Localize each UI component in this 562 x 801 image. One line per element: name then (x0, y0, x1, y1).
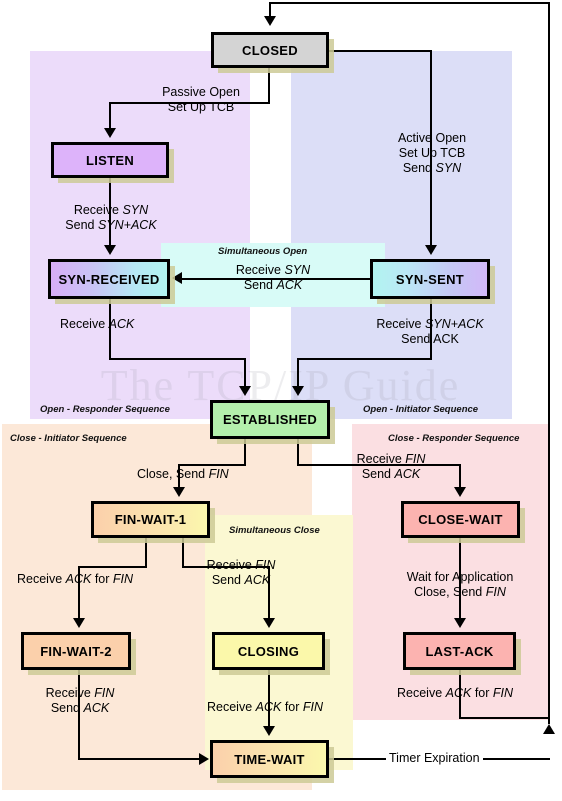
arrow-into-syn-sent (425, 245, 437, 255)
edge-into-established-left (244, 358, 246, 386)
arrow-into-time-wait-left (199, 753, 209, 765)
arrow-into-fin-wait-1 (173, 487, 185, 497)
edge-return-to-closed-vertical-right (548, 2, 550, 724)
arrow-into-close-wait (454, 487, 466, 497)
edge-label-last-ack-to-closed: Receive ACK for FIN (397, 686, 514, 700)
edge-established-to-finwait1-horizontal (178, 464, 246, 466)
state-syn-sent[interactable]: SYN-SENT (370, 259, 490, 299)
state-syn-sent-label: SYN-SENT (395, 271, 465, 287)
state-closed[interactable]: CLOSED (211, 32, 329, 68)
edge-established-down-right (297, 439, 299, 465)
arrow-into-closing (263, 618, 275, 628)
edge-finwait1-down-right (182, 538, 184, 567)
state-closing-label: CLOSING (237, 643, 300, 659)
edge-closed-entry-stub (269, 2, 271, 16)
state-established-label: ESTABLISHED (222, 412, 318, 427)
state-fin-wait-2-label: FIN-WAIT-2 (40, 643, 112, 659)
arrow-up-right-rail (543, 724, 555, 734)
state-time-wait[interactable]: TIME-WAIT (210, 740, 329, 778)
state-fin-wait-1-label: FIN-WAIT-1 (114, 512, 187, 527)
state-last-ack[interactable]: LAST-ACK (403, 632, 516, 670)
edge-finwait1-to-finwait2-horizontal (78, 566, 147, 568)
state-syn-received[interactable]: SYN-RECEIVED (48, 259, 170, 299)
arrow-into-syn-received-from-listen (104, 245, 116, 255)
edge-lastack-to-rail-horizontal (459, 717, 550, 719)
edge-label-syn-received-to-established: Receive ACK (60, 317, 135, 331)
edge-label-close-wait-to-last-ack: Wait for Application Close, Send FIN (406, 570, 514, 599)
zone-open-initiator (291, 51, 512, 419)
zone-label-simultaneous-open: Simultaneous Open (218, 246, 308, 257)
state-close-wait-label: CLOSE-WAIT (418, 512, 503, 527)
zone-label-close-initiator: Close - Initiator Sequence (10, 433, 127, 444)
state-last-ack-label: LAST-ACK (425, 643, 494, 659)
edge-label-passive-open: Passive Open Set Up TCB (162, 85, 240, 114)
edge-label-active-open: Active Open Set Up TCB Send SYN (397, 131, 467, 175)
arrow-into-time-wait-top (263, 726, 275, 736)
tcp-state-transition-diagram: The TCP/IP Guide Open - Responder Sequen… (0, 0, 562, 801)
state-closed-label: CLOSED (242, 42, 298, 58)
edge-syn-sent-to-established-horizontal (297, 358, 432, 360)
state-fin-wait-1[interactable]: FIN-WAIT-1 (91, 501, 210, 538)
state-close-wait[interactable]: CLOSE-WAIT (401, 501, 520, 538)
arrow-into-closed (264, 16, 276, 26)
edge-passive-open-down-to-listen (109, 102, 111, 128)
state-time-wait-label: TIME-WAIT (234, 751, 305, 767)
edge-finwait2-to-timewait-horizontal (78, 758, 201, 760)
state-fin-wait-2[interactable]: FIN-WAIT-2 (21, 632, 131, 670)
arrow-into-established-right (292, 386, 304, 396)
edge-return-to-closed-horizontal-top (269, 2, 550, 4)
edge-label-simultaneous-open: Receive SYN Send ACK (235, 263, 311, 292)
edge-established-down-left (244, 439, 246, 465)
edge-into-established-right (297, 358, 299, 386)
arrow-into-last-ack (454, 618, 466, 628)
edge-label-fin-wait-2-to-time-wait: Receive FIN Send ACK (45, 686, 115, 715)
zone-label-open-initiator: Open - Initiator Sequence (363, 404, 479, 415)
arrow-into-listen (104, 128, 116, 138)
edge-label-fin-wait-1-to-fin-wait-2: Receive ACK for FIN (17, 572, 134, 586)
edge-label-fin-wait-1-to-closing: Receive FIN Send ACK (206, 558, 276, 587)
state-listen[interactable]: LISTEN (51, 142, 169, 178)
edge-into-closewait (459, 464, 461, 487)
state-syn-received-label: SYN-RECEIVED (58, 271, 160, 287)
state-established[interactable]: ESTABLISHED (210, 400, 330, 439)
edge-label-syn-sent-to-established: Receive SYN+ACK Send ACK (376, 317, 484, 346)
edge-label-closing-to-time-wait: Receive ACK for FIN (207, 700, 324, 714)
edge-closed-active-horizontal (328, 50, 432, 52)
edge-label-timer-expiration: Timer Expiration (386, 751, 483, 766)
zone-label-close-responder: Close - Responder Sequence (388, 433, 520, 444)
edge-label-established-to-fin-wait-1: Close, Send FIN (137, 467, 229, 481)
arrow-into-fin-wait-2 (73, 618, 85, 628)
state-closing[interactable]: CLOSING (212, 632, 325, 670)
edge-syn-received-to-established-horizontal (109, 358, 246, 360)
edge-label-established-to-close-wait: Receive FIN Send ACK (356, 452, 426, 481)
state-listen-label: LISTEN (85, 152, 135, 168)
edge-finwait1-down-left (145, 538, 147, 567)
zone-label-open-responder: Open - Responder Sequence (40, 404, 170, 415)
edge-closing-to-timewait (268, 670, 270, 726)
arrow-into-syn-received-from-syn-sent (172, 272, 182, 284)
arrow-into-established-left (239, 386, 251, 396)
zone-label-simultaneous-close: Simultaneous Close (229, 525, 320, 536)
edge-label-listen-to-syn-received: Receive SYN Send SYN+ACK (65, 203, 157, 232)
